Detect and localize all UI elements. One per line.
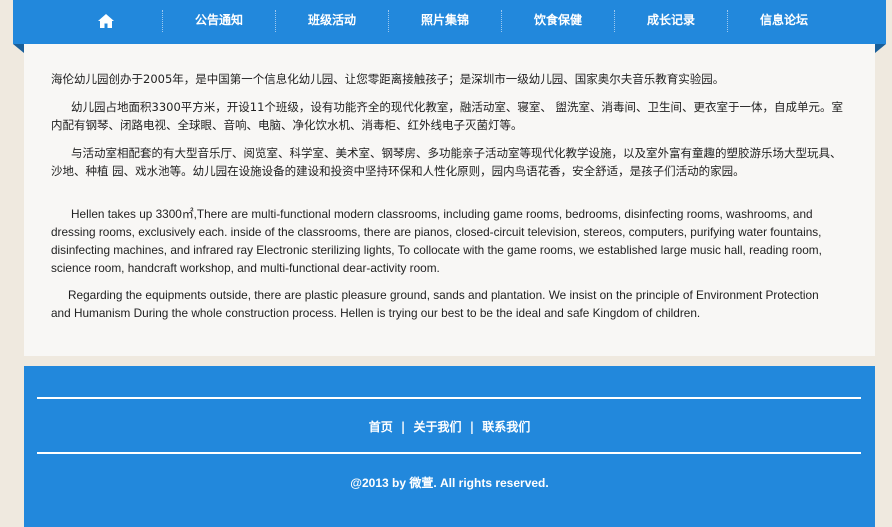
footer-link-about[interactable]: 关于我们 bbox=[413, 418, 461, 435]
intro-paragraph-english: Hellen takes up 3300㎡,There are multi-fu… bbox=[51, 207, 822, 275]
footer: 首页 | 关于我们 | 联系我们 @2013 by 微萱. All rights… bbox=[24, 366, 875, 527]
nav-fold-right bbox=[875, 44, 886, 53]
nav-separator bbox=[388, 10, 389, 32]
footer-divider bbox=[37, 397, 861, 399]
nav-separator bbox=[275, 10, 276, 32]
intro-paragraph: 幼儿园占地面积3300平方米，开设11个班级，设有功能齐全的现代化教室，融活动室… bbox=[51, 100, 844, 132]
nav-item-photos[interactable]: 照片集锦 bbox=[407, 0, 483, 40]
nav-bar: 公告通知 班级活动 照片集锦 饮食保健 成长记录 信息论坛 bbox=[13, 0, 886, 44]
nav-item-diet[interactable]: 饮食保健 bbox=[520, 0, 596, 40]
footer-link-separator: | bbox=[469, 420, 475, 434]
footer-link-contact[interactable]: 联系我们 bbox=[482, 418, 530, 435]
nav-fold-left bbox=[13, 44, 24, 53]
nav-item-forum[interactable]: 信息论坛 bbox=[746, 0, 822, 40]
nav-separator bbox=[614, 10, 615, 32]
top-navigation: 公告通知 班级活动 照片集锦 饮食保健 成长记录 信息论坛 bbox=[0, 0, 892, 53]
nav-item-growth[interactable]: 成长记录 bbox=[633, 0, 709, 40]
footer-divider bbox=[37, 452, 861, 454]
intro-content: 海伦幼儿园创办于2005年，是中国第一个信息化幼儿园、让您零距离接触孩子；是深圳… bbox=[24, 44, 875, 356]
intro-paragraph-english: Regarding the equipments outside, there … bbox=[51, 288, 819, 320]
nav-item-notices[interactable]: 公告通知 bbox=[181, 0, 257, 40]
intro-paragraph: 海伦幼儿园创办于2005年，是中国第一个信息化幼儿园、让您零距离接触孩子；是深圳… bbox=[51, 72, 725, 86]
nav-separator bbox=[727, 10, 728, 32]
copyright-text: @2013 by 微萱. All rights reserved. bbox=[350, 476, 549, 490]
footer-links: 首页 | 关于我们 | 联系我们 bbox=[24, 418, 875, 435]
footer-link-separator: | bbox=[400, 420, 406, 434]
footer-link-home[interactable]: 首页 bbox=[369, 418, 393, 435]
nav-separator bbox=[162, 10, 163, 32]
nav-item-class-activities[interactable]: 班级活动 bbox=[294, 0, 370, 40]
intro-paragraph: 与活动室相配套的有大型音乐厅、阅览室、科学室、美术室、钢琴房、多功能亲子活动室等… bbox=[51, 146, 842, 178]
home-icon[interactable] bbox=[97, 13, 115, 29]
nav-separator bbox=[501, 10, 502, 32]
